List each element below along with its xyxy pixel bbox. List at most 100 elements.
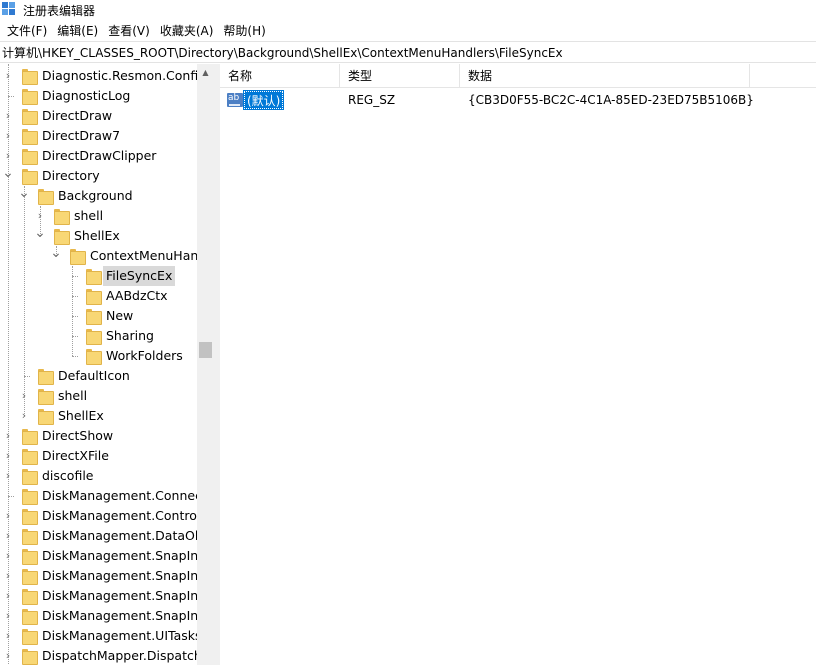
tree-item[interactable]: › DirectDraw7: [0, 126, 197, 146]
expand-arrow-icon[interactable]: ›: [2, 149, 14, 163]
tree-item[interactable]: AABdzCtx: [0, 286, 197, 306]
tree-item-label[interactable]: Directory: [39, 166, 103, 186]
tree-item-label[interactable]: DiskManagement.Control: [39, 506, 203, 526]
expand-arrow-icon[interactable]: ›: [2, 109, 14, 123]
tree-item-label[interactable]: DirectShow: [39, 426, 116, 446]
tree-item-label[interactable]: DiskManagement.SnapInComponent: [39, 586, 213, 606]
tree-item-label[interactable]: WorkFolders: [103, 346, 186, 366]
menu-favorites[interactable]: 收藏夹(A): [155, 21, 219, 41]
expand-arrow-icon[interactable]: ›: [2, 469, 14, 483]
tree-item[interactable]: DiagnosticLog: [0, 86, 197, 106]
tree-item[interactable]: ⌄ Background: [0, 186, 197, 206]
menu-view[interactable]: 查看(V): [103, 21, 155, 41]
tree-item-label[interactable]: Sharing: [103, 326, 157, 346]
column-type[interactable]: 类型: [340, 64, 460, 88]
expand-arrow-icon[interactable]: ›: [2, 449, 14, 463]
tree-item[interactable]: › DispatchMapper.DispatchMapper: [0, 646, 213, 665]
tree-item[interactable]: › discofile: [0, 466, 197, 486]
collapse-arrow-icon[interactable]: ⌄: [18, 186, 30, 203]
scroll-thumb[interactable]: [199, 342, 212, 358]
tree-item-label[interactable]: discofile: [39, 466, 96, 486]
tree-list[interactable]: › Diagnostic.Resmon.Config DiagnosticLog › D…: [0, 66, 213, 665]
menu-edit[interactable]: 编辑(E): [52, 21, 103, 41]
expand-arrow-icon[interactable]: ›: [34, 209, 46, 223]
tree-item[interactable]: WorkFolders: [0, 346, 197, 366]
menu-help[interactable]: 帮助(H): [218, 21, 270, 41]
tree-item-label[interactable]: DirectDraw7: [39, 126, 123, 146]
tree-item[interactable]: › Diagnostic.Resmon.Config: [0, 66, 206, 86]
column-name[interactable]: 名称: [220, 64, 340, 88]
menu-file[interactable]: 文件(F): [2, 21, 52, 41]
tree-item-label[interactable]: DirectDraw: [39, 106, 115, 126]
tree-item[interactable]: ⌄ Directory: [0, 166, 197, 186]
tree-item-label[interactable]: DirectDrawClipper: [39, 146, 159, 166]
expand-arrow-icon[interactable]: ›: [18, 389, 30, 403]
tree-item-label[interactable]: DiskManagement.Connection: [39, 486, 213, 506]
tree-item[interactable]: ⌄ ContextMenuHandlers: [0, 246, 213, 266]
tree-item-label[interactable]: Background: [55, 186, 136, 206]
column-data[interactable]: 数据: [460, 64, 750, 88]
expand-arrow-icon[interactable]: ›: [18, 409, 30, 423]
expand-arrow-icon[interactable]: ›: [2, 509, 14, 523]
scroll-up-icon[interactable]: ▲: [197, 64, 214, 81]
collapse-arrow-icon[interactable]: ⌄: [34, 226, 46, 243]
tree-item[interactable]: › DiskManagement.SnapInExtension: [0, 606, 213, 626]
expand-arrow-icon[interactable]: ›: [2, 69, 14, 83]
tree-item-label[interactable]: shell: [71, 206, 106, 226]
collapse-arrow-icon[interactable]: ⌄: [2, 166, 14, 183]
tree-item-label[interactable]: DirectXFile: [39, 446, 112, 466]
tree-scrollbar[interactable]: ▲: [197, 64, 214, 665]
expand-arrow-icon[interactable]: ›: [2, 629, 14, 643]
tree-item-label[interactable]: DiskManagement.SnapInAbout: [39, 566, 213, 586]
expand-arrow-icon[interactable]: ›: [2, 649, 14, 663]
tree-item[interactable]: › DirectShow: [0, 426, 197, 446]
tree-item-label[interactable]: AABdzCtx: [103, 286, 171, 306]
expand-arrow-icon[interactable]: ›: [2, 549, 14, 563]
key-tree[interactable]: › Diagnostic.Resmon.Config DiagnosticLog › D…: [0, 64, 214, 665]
address-path[interactable]: 计算机\HKEY_CLASSES_ROOT\Directory\Backgrou…: [2, 44, 563, 61]
value-row[interactable]: ab (默认) REG_SZ {CB3D0F55-BC2C-4C1A-85ED-…: [220, 89, 816, 111]
tree-item-label[interactable]: ContextMenuHandlers: [87, 246, 213, 266]
tree-item[interactable]: › DiskManagement.SnapInComponent: [0, 586, 213, 606]
tree-item-label[interactable]: DiskManagement.DataObject: [39, 526, 213, 546]
tree-item-label[interactable]: Diagnostic.Resmon.Config: [39, 66, 209, 86]
expand-arrow-icon[interactable]: ›: [2, 429, 14, 443]
tree-item-label[interactable]: DiskManagement.UITasks: [39, 626, 205, 646]
tree-item[interactable]: › DirectDrawClipper: [0, 146, 197, 166]
tree-item-label[interactable]: DiskManagement.SnapInExtension: [39, 606, 213, 626]
tree-item[interactable]: ⌄ ShellEx: [0, 226, 197, 246]
expand-arrow-icon[interactable]: ›: [2, 589, 14, 603]
tree-item[interactable]: › DiskManagement.Control: [0, 506, 200, 526]
tree-item[interactable]: › DiskManagement.UITasks: [0, 626, 202, 646]
tree-item-label[interactable]: shell: [55, 386, 90, 406]
tree-item[interactable]: New: [0, 306, 197, 326]
value-name[interactable]: (默认): [242, 90, 285, 110]
expand-arrow-icon[interactable]: ›: [2, 609, 14, 623]
tree-item[interactable]: › ShellEx: [0, 406, 197, 426]
tree-item[interactable]: › DirectXFile: [0, 446, 197, 466]
tree-item[interactable]: › DiskManagement.DataObject: [0, 526, 213, 546]
expand-arrow-icon[interactable]: ›: [2, 569, 14, 583]
tree-item[interactable]: › shell: [0, 206, 197, 226]
tree-item-label[interactable]: ShellEx: [71, 226, 123, 246]
tree-item[interactable]: DefaultIcon: [0, 366, 197, 386]
tree-item[interactable]: Sharing: [0, 326, 197, 346]
tree-item-label[interactable]: DiskManagement.SnapIn: [39, 546, 201, 566]
expand-arrow-icon[interactable]: ›: [2, 129, 14, 143]
tree-item-label[interactable]: New: [103, 306, 136, 326]
tree-item[interactable]: › DirectDraw: [0, 106, 197, 126]
tree-item[interactable]: › DiskManagement.SnapInAbout: [0, 566, 213, 586]
tree-item-label[interactable]: FileSyncEx: [103, 266, 176, 286]
collapse-arrow-icon[interactable]: ⌄: [50, 246, 62, 263]
tree-item[interactable]: FileSyncEx: [0, 266, 197, 286]
tree-item-label[interactable]: DefaultIcon: [55, 366, 133, 386]
tree-item[interactable]: DiskManagement.Connection: [0, 486, 213, 506]
expand-arrow-icon[interactable]: ›: [2, 529, 14, 543]
tree-item-label[interactable]: DispatchMapper.DispatchMapper: [39, 646, 213, 665]
values-list[interactable]: 名称 类型 数据 ab (默认) REG_SZ {CB3D0F55-BC2C-4…: [220, 64, 816, 665]
tree-item[interactable]: › shell: [0, 386, 197, 406]
address-bar[interactable]: 计算机\HKEY_CLASSES_ROOT\Directory\Backgrou…: [0, 41, 816, 63]
tree-item-label[interactable]: ShellEx: [55, 406, 107, 426]
tree-item[interactable]: › DiskManagement.SnapIn: [0, 546, 198, 566]
tree-item-label[interactable]: DiagnosticLog: [39, 86, 133, 106]
